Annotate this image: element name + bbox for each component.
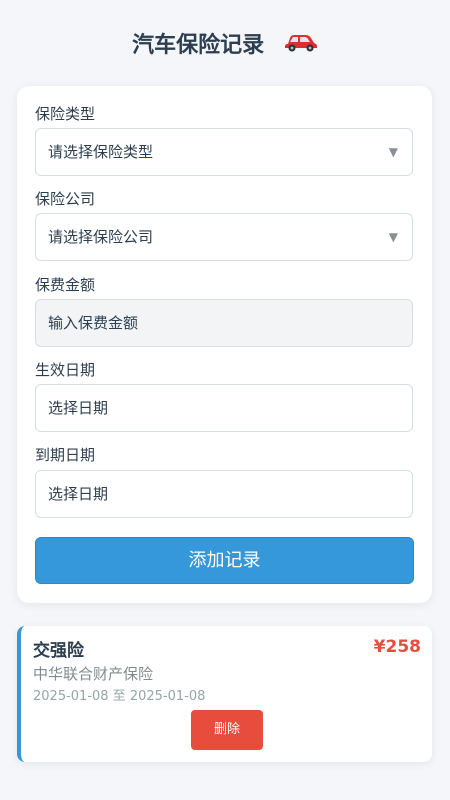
chevron-down-icon: ▼	[388, 145, 398, 159]
record-dates: 2025-01-08 至 2025-01-08	[33, 689, 206, 704]
record-card: 交强险 ¥258 中华联合财产保险 2025-01-08 至 2025-01-0…	[17, 626, 432, 762]
insurance-company-value: 请选择保险公司	[48, 228, 154, 246]
delete-button[interactable]: 删除	[191, 710, 263, 750]
end-date-label: 到期日期	[35, 446, 96, 464]
insurance-company-label: 保险公司	[35, 190, 96, 208]
page-title-text: 汽车保险记录	[132, 33, 265, 58]
premium-label: 保费金额	[35, 276, 96, 294]
add-record-form: 保险类型 请选择保险类型 ▼ 保险公司 请选择保险公司 ▼ 保费金额 输入保费金…	[17, 86, 432, 603]
start-date-label: 生效日期	[35, 361, 96, 379]
record-amount: ¥258	[373, 637, 421, 657]
record-type: 交强险	[33, 641, 84, 661]
insurance-type-label: 保险类型	[35, 105, 96, 123]
premium-input[interactable]: 输入保费金额	[35, 299, 413, 347]
page-title: 汽车保险记录	[0, 26, 450, 66]
car-icon	[284, 26, 318, 66]
chevron-down-icon: ▼	[388, 230, 398, 244]
record-company: 中华联合财产保险	[33, 665, 154, 683]
premium-placeholder: 输入保费金额	[48, 314, 139, 332]
add-record-button[interactable]: 添加记录	[35, 537, 414, 584]
insurance-type-value: 请选择保险类型	[48, 143, 154, 161]
insurance-type-select[interactable]: 请选择保险类型 ▼	[35, 128, 413, 176]
end-date-value: 选择日期	[48, 485, 109, 503]
end-date-input[interactable]: 选择日期	[35, 470, 413, 518]
start-date-input[interactable]: 选择日期	[35, 384, 413, 432]
insurance-company-select[interactable]: 请选择保险公司 ▼	[35, 213, 413, 261]
start-date-value: 选择日期	[48, 399, 109, 417]
